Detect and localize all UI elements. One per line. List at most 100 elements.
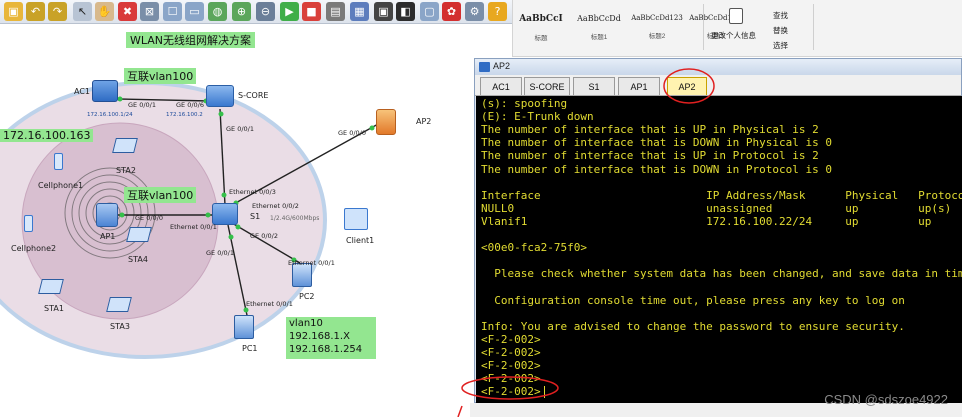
terminal-line: Interface IP Address/Mask Physical Proto…: [481, 188, 962, 202]
cellphone2-label: Cellphone2: [11, 244, 57, 253]
ip-label: 172.16.100.2: [166, 112, 203, 118]
client1-label: Client1: [346, 236, 375, 245]
terminal-line: (s): spoofing: [481, 97, 568, 110]
terminal-line: <F-2-002>: [481, 345, 541, 359]
capture-icon[interactable]: ▦: [350, 2, 369, 21]
redo-icon[interactable]: ↷: [48, 2, 67, 21]
settings-icon[interactable]: ⚙: [465, 2, 484, 21]
client1-device[interactable]: [344, 208, 368, 230]
sta4-label: STA4: [128, 255, 148, 264]
sta4-device[interactable]: [126, 227, 152, 242]
terminal-line: <F-2-002>: [481, 332, 541, 346]
ap1-label: AP1: [100, 232, 116, 241]
console-window-icon: [479, 62, 490, 72]
start-icon[interactable]: ■: [302, 2, 321, 21]
new-icon[interactable]: ▣: [4, 2, 23, 21]
vlan10-label: vlan10 192.168.1.X 192.168.1.254: [286, 317, 376, 359]
grid-icon[interactable]: ▣: [374, 2, 393, 21]
word-ribbon: AaBbCcI 标题 AaBbCcDd 标题1 AaBbCcDd123 标题2 …: [512, 0, 962, 57]
sta3-device[interactable]: [106, 297, 132, 312]
sta1-device[interactable]: [38, 279, 64, 294]
tab-s-core[interactable]: S-CORE: [524, 77, 570, 95]
cellphone1-label: Cellphone1: [38, 181, 84, 190]
find-button[interactable]: 查找: [773, 10, 788, 21]
pc1-label: PC1: [242, 344, 258, 353]
ap1-device[interactable]: [96, 203, 118, 227]
sta3-label: STA3: [110, 322, 130, 331]
change-user-info-button[interactable]: 更改个人信息: [711, 30, 756, 41]
select-button[interactable]: 选择: [773, 40, 788, 51]
s1-switch[interactable]: [212, 203, 238, 225]
message-icon[interactable]: ▢: [420, 2, 439, 21]
replace-button[interactable]: 替换: [773, 25, 788, 36]
person-icon: [729, 8, 743, 24]
ac1-device[interactable]: [92, 80, 118, 102]
port-label: Ethernet 0/0/1: [246, 300, 293, 308]
stop-icon[interactable]: ▤: [326, 2, 345, 21]
terminal-line: The number of interface that is UP in Pr…: [481, 149, 819, 163]
topology-icon[interactable]: ◧: [396, 2, 415, 21]
terminal-line: <F-2-002>: [481, 359, 541, 372]
delete-icon[interactable]: ✖: [118, 2, 137, 21]
pc1-device[interactable]: [234, 315, 254, 339]
wifi-info-label: 1/2.4G/600Mbps: [270, 215, 320, 222]
port-label: Ethernet 0/0/3: [229, 188, 276, 196]
fit-icon[interactable]: ▶: [280, 2, 299, 21]
tab-ap2[interactable]: AP2: [667, 77, 707, 95]
sta1-label: STA1: [44, 304, 64, 313]
terminal-line: The number of interface that is DOWN in …: [481, 136, 832, 150]
style-name: 标题: [534, 35, 548, 42]
zoom-out-icon[interactable]: ⊖: [256, 2, 275, 21]
port-label: GE 0/0/2: [250, 232, 278, 240]
style-sample: AaBbCcDd123: [631, 14, 683, 22]
port-label: GE 0/0/0: [338, 129, 366, 137]
style-title[interactable]: AaBbCcI 标题: [513, 8, 569, 46]
style-heading1[interactable]: AaBbCcDd 标题1: [571, 8, 627, 46]
note-icon[interactable]: ☐: [163, 2, 182, 21]
terminal-line: The number of interface that is DOWN in …: [481, 162, 832, 176]
port-label: GE 0/0/1: [128, 101, 156, 109]
cellphone1-device[interactable]: [54, 153, 63, 170]
vlan100-label-mid: 互联vlan100: [124, 187, 197, 203]
style-name: 标题2: [648, 33, 666, 40]
cellphone2-device[interactable]: [24, 215, 33, 232]
tab-ac1[interactable]: AC1: [480, 77, 522, 95]
terminal-line: <F-2-002>: [481, 385, 541, 399]
terminal-output[interactable]: (s): spoofing (E): E-Trunk down The number…: [476, 96, 962, 403]
port-label: GE 0/0/1: [226, 125, 254, 133]
help-icon[interactable]: ?: [488, 2, 507, 21]
sta2-device[interactable]: [112, 138, 138, 153]
undo-icon[interactable]: ↶: [26, 2, 45, 21]
terminal-cursor: [544, 386, 545, 398]
ip-label: 172.16.100.1/24: [87, 112, 133, 118]
hand-icon[interactable]: ✋: [95, 2, 114, 21]
terminal-line: NULL0 unassigned up up(s): [481, 201, 952, 215]
ellipse-icon[interactable]: ◍: [208, 2, 227, 21]
console-titlebar[interactable]: AP2: [475, 59, 961, 75]
console-window[interactable]: AP2 AC1 S-CORE S1 AP1 AP2 (s): spoofing(…: [474, 58, 962, 403]
ensp-toolbar: ▣ ↶ ↷ ↖ ✋ ✖ ⊠ ☐ ▭ ◍ ⊕ ⊖ ▶ ■ ▤ ▦ ▣ ◧ ▢ ✿ …: [0, 0, 512, 24]
tab-s1[interactable]: S1: [573, 77, 615, 95]
port-label: GE 0/0/0: [135, 214, 163, 222]
select-icon[interactable]: ↖: [73, 2, 92, 21]
ap2-device[interactable]: [376, 109, 396, 135]
score-label: S-CORE: [238, 91, 269, 100]
topology-canvas[interactable]: WLAN无线组网解决方案 AC1 S-CORE S1 AP2 AP1 Clien…: [0, 25, 470, 417]
score-switch[interactable]: [206, 85, 234, 107]
ac1-label: AC1: [74, 87, 91, 96]
delete-link-icon[interactable]: ⊠: [140, 2, 159, 21]
style-heading2[interactable]: AaBbCcDd123 标题2: [629, 8, 685, 46]
tab-ap1[interactable]: AP1: [618, 77, 660, 95]
huawei-icon[interactable]: ✿: [442, 2, 461, 21]
zoom-in-icon[interactable]: ⊕: [232, 2, 251, 21]
vlan100-label-top: 互联vlan100: [124, 68, 197, 84]
console-title: AP2: [493, 61, 511, 71]
terminal-line: Configuration console time out, please p…: [481, 293, 905, 307]
port-label: Ethernet 0/0/1: [288, 259, 335, 267]
style-name: 标题1: [590, 34, 608, 41]
rectangle-icon[interactable]: ▭: [185, 2, 204, 21]
style-sample: AaBbCcDd: [577, 14, 621, 23]
sta2-label: STA2: [116, 166, 136, 175]
ribbon-divider: [813, 4, 814, 50]
terminal-line: Info: You are advised to change the pass…: [481, 319, 905, 333]
